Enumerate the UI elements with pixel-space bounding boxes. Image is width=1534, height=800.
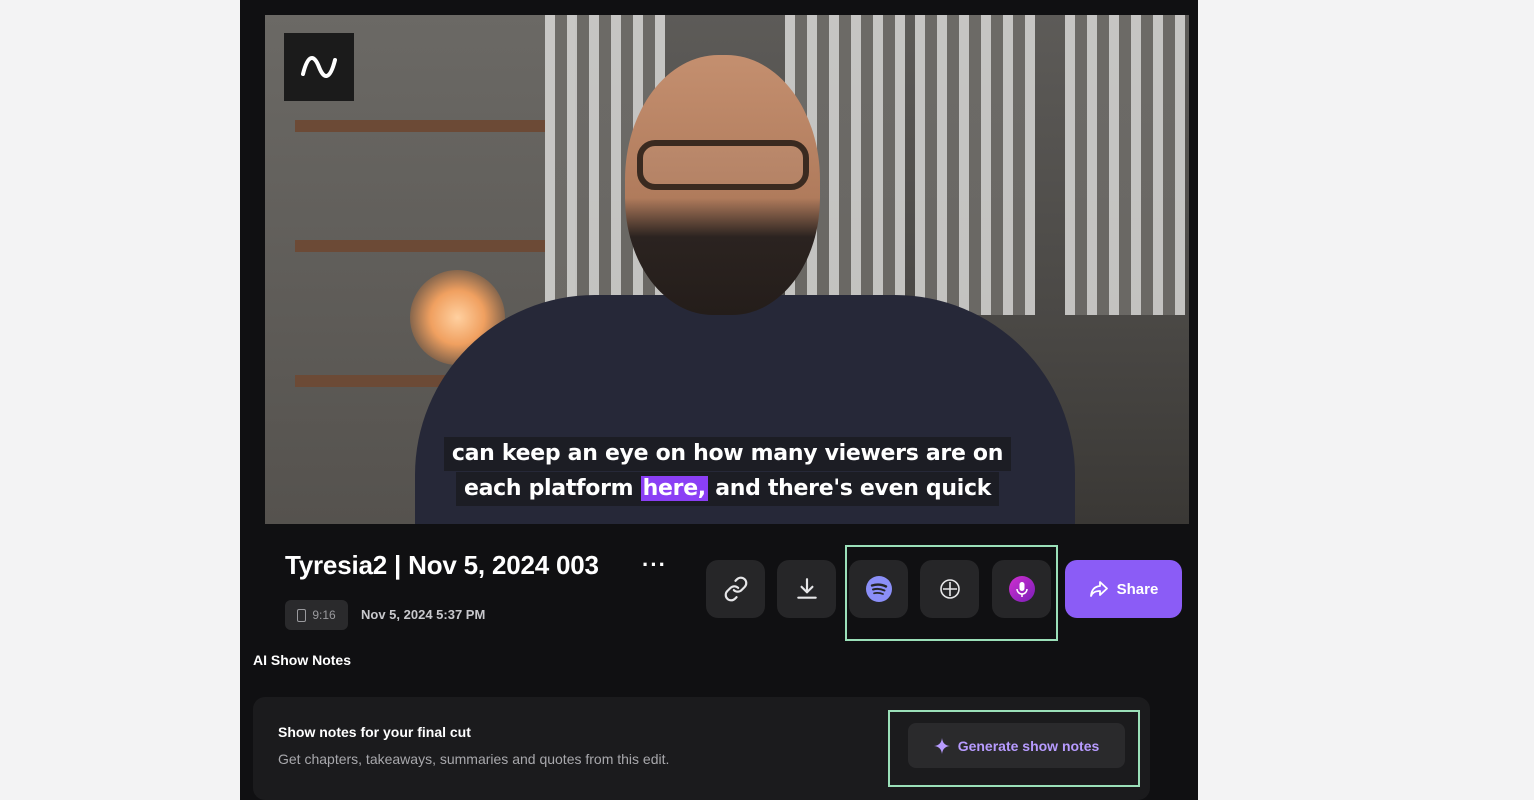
- sparkle-icon: [933, 737, 950, 754]
- share-button[interactable]: Share: [1065, 560, 1182, 618]
- aspect-ratio-badge: 9:16: [285, 600, 348, 630]
- share-label: Share: [1116, 580, 1159, 598]
- copy-link-button[interactable]: [706, 560, 765, 618]
- waveform-icon: [284, 33, 354, 101]
- link-icon: [724, 576, 747, 602]
- caption-line-2: each platform here, and there's even qui…: [455, 472, 1000, 506]
- more-options-button[interactable]: ···: [642, 552, 667, 578]
- generate-show-notes-button[interactable]: Generate show notes: [908, 723, 1125, 768]
- phone-icon: [297, 608, 307, 622]
- aspect-ratio-label: 9:16: [312, 608, 336, 622]
- project-title: Tyresia2 | Nov 5, 2024 003: [285, 550, 599, 580]
- caption-text: and there's even quick: [715, 476, 992, 501]
- wall-art-panel: [915, 15, 1035, 315]
- download-icon: [796, 578, 817, 599]
- editor-panel: can keep an eye on how many viewers are …: [240, 0, 1198, 800]
- person-glasses: [637, 140, 809, 190]
- shelf: [295, 240, 545, 252]
- wall-art-panel: [1065, 15, 1185, 315]
- generate-show-notes-label: Generate show notes: [957, 737, 1100, 754]
- show-notes-title: Show notes for your final cut: [278, 724, 471, 740]
- caption-overlay: can keep an eye on how many viewers are …: [440, 437, 1015, 507]
- caption-line-1: can keep an eye on how many viewers are …: [443, 437, 1012, 471]
- project-date: Nov 5, 2024 5:37 PM: [361, 607, 486, 622]
- annotation-outline: [845, 545, 1058, 641]
- video-preview[interactable]: can keep an eye on how many viewers are …: [265, 15, 1189, 524]
- shelf: [295, 120, 545, 132]
- show-notes-card: Show notes for your final cut Get chapte…: [253, 697, 1150, 800]
- download-button[interactable]: [777, 560, 836, 618]
- share-icon: [1089, 581, 1108, 597]
- show-notes-subtitle: Get chapters, takeaways, summaries and q…: [278, 751, 670, 767]
- caption-highlight-word: here,: [640, 476, 708, 501]
- ai-show-notes-heading: AI Show Notes: [253, 652, 352, 668]
- caption-text: each platform: [463, 476, 634, 501]
